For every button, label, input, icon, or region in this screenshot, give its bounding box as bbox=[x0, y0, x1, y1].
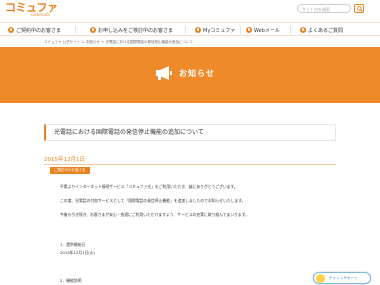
body-paragraph: この度、光電話の付加サービスとして「国際電話の発信停止機能」を追加しましたのでお… bbox=[60, 198, 246, 203]
body-paragraph: 今後も引き続き、お客さまが安心・快適にご利用いただけますよう、サービスの充実に取… bbox=[60, 212, 249, 217]
search-icon bbox=[357, 6, 363, 12]
nav-label: ご契約中のお客さま bbox=[16, 27, 62, 34]
nav-divider bbox=[240, 26, 241, 34]
nav-label: Myコミュファ bbox=[203, 27, 236, 34]
chat-support-label: チャットサポート bbox=[329, 276, 358, 280]
hero-heading: お知らせ bbox=[155, 66, 215, 80]
site-header: コミュファ commufa サイト内を検索 bbox=[0, 0, 380, 20]
nav-item-faq[interactable]: よくあるご質問 bbox=[300, 25, 343, 35]
search-button[interactable] bbox=[354, 4, 364, 13]
hero-banner: お知らせ bbox=[0, 47, 380, 103]
logo-subtext: commufa bbox=[31, 12, 50, 17]
heart-icon bbox=[195, 27, 201, 33]
megaphone-icon bbox=[156, 66, 172, 80]
section-heading: 2．機能説明 bbox=[60, 278, 82, 283]
mail-icon bbox=[246, 27, 252, 33]
nav-label: お申し込みをご検討中のお客さま bbox=[98, 27, 174, 34]
search-input[interactable]: サイト内を検索 bbox=[297, 4, 351, 13]
nav-item-webmail[interactable]: Webメール bbox=[246, 25, 280, 35]
nav-label: よくあるご質問 bbox=[308, 27, 344, 34]
cart-icon bbox=[90, 27, 96, 33]
body-paragraph: 2015年12月1日(火) bbox=[60, 250, 96, 255]
nav-divider bbox=[185, 26, 186, 34]
nav-divider bbox=[290, 26, 291, 34]
body-paragraph: 平素よりインターネット接続サービス「コミュファ光」をご利用いただき、誠にありがと… bbox=[60, 184, 238, 189]
user-icon bbox=[8, 27, 14, 33]
nav-item-current-customers[interactable]: ご契約中のお客さま bbox=[8, 25, 61, 35]
nav-item-prospective-customers[interactable]: お申し込みをご検討中のお客さま bbox=[90, 25, 173, 35]
nav-item-my-commufa[interactable]: Myコミュファ bbox=[195, 25, 235, 35]
breadcrumb: コミュファ 公式サイト ＞ お知らせ ＞ 光電話における国際電話の発信停止機能の… bbox=[44, 40, 193, 44]
article-date: 2015年12月1日 bbox=[44, 157, 85, 163]
nav-divider bbox=[75, 26, 76, 34]
category-badge: ご契約中のお客さま bbox=[50, 167, 90, 174]
article-title: 光電話における国際電話の発信停止機能の追加について bbox=[44, 124, 336, 141]
chat-mascot-icon bbox=[316, 274, 325, 283]
nav-label: Webメール bbox=[254, 27, 280, 34]
main-nav: ご契約中のお客さま お申し込みをご検討中のお客さま Myコミュファ Webメール… bbox=[0, 22, 380, 36]
chat-support-button[interactable]: チャットサポート bbox=[313, 272, 371, 284]
question-icon bbox=[300, 27, 306, 33]
logo[interactable]: コミュファ commufa bbox=[5, 2, 58, 17]
page-title: お知らせ bbox=[179, 68, 215, 78]
date-divider bbox=[44, 164, 336, 165]
section-heading: 1．提供開始日 bbox=[60, 242, 86, 247]
